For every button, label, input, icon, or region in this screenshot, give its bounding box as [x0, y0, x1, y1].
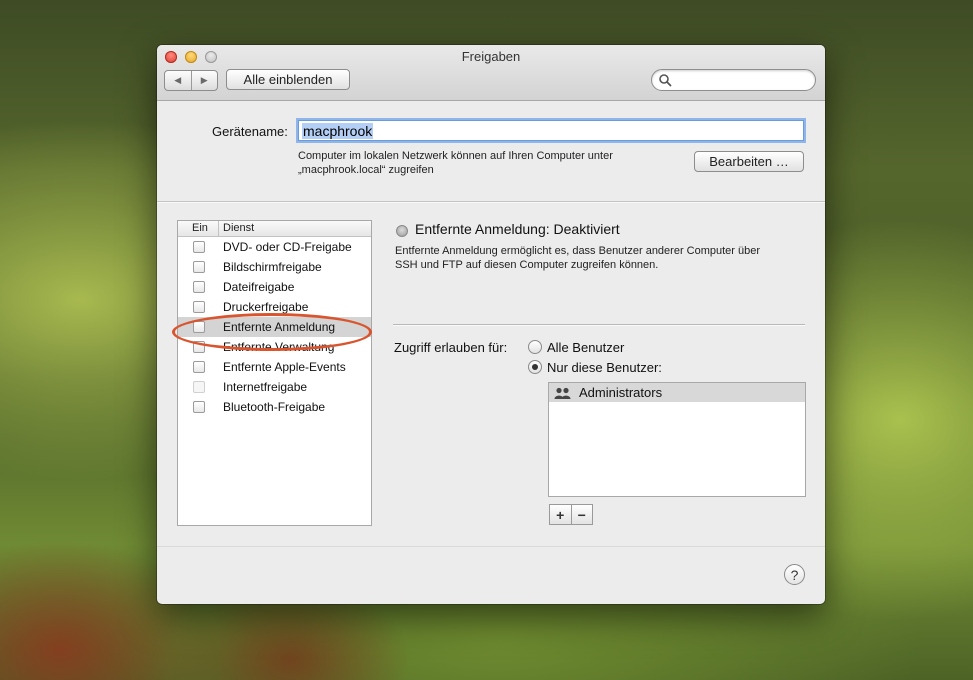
- window-title: Freigaben: [461, 49, 521, 64]
- user-name: Administrators: [579, 385, 663, 400]
- service-row-screen-sharing[interactable]: Bildschirmfreigabe: [178, 257, 371, 277]
- device-name-input[interactable]: macphrook: [298, 120, 804, 141]
- bottom-divider: [157, 546, 825, 547]
- help-button[interactable]: ?: [784, 564, 805, 585]
- service-desc-line1: Entfernte Anmeldung ermöglicht es, dass …: [395, 245, 761, 257]
- service-list[interactable]: Ein Dienst DVD- oder CD-Freigabe Bildsch…: [177, 220, 372, 526]
- service-row-remote-apple-events[interactable]: Entfernte Apple-Events: [178, 357, 371, 377]
- device-name-value: macphrook: [302, 123, 374, 139]
- access-label: Zugriff erlauben für:: [394, 340, 508, 355]
- service-label: Entfernte Verwaltung: [223, 340, 335, 354]
- service-row-file-sharing[interactable]: Dateifreigabe: [178, 277, 371, 297]
- service-checkbox[interactable]: [193, 281, 205, 293]
- device-name-label: Gerätename:: [212, 124, 288, 139]
- service-checkbox[interactable]: [193, 401, 205, 413]
- service-label: Bluetooth-Freigabe: [223, 400, 326, 414]
- service-label: Internetfreigabe: [223, 380, 308, 394]
- service-checkbox[interactable]: [193, 361, 205, 373]
- service-row-dvd[interactable]: DVD- oder CD-Freigabe: [178, 237, 371, 257]
- service-label: DVD- oder CD-Freigabe: [223, 240, 352, 254]
- device-name-description: Computer im lokalen Netzwerk können auf …: [298, 149, 613, 177]
- header-on[interactable]: Ein: [178, 221, 219, 236]
- service-checkbox[interactable]: [193, 301, 205, 313]
- service-status: Entfernte Anmeldung: Deaktiviert: [415, 221, 620, 237]
- radio-all-users-label[interactable]: Alle Benutzer: [547, 340, 624, 355]
- service-row-remote-login[interactable]: Entfernte Anmeldung: [178, 317, 371, 337]
- service-label: Entfernte Apple-Events: [223, 360, 346, 374]
- service-desc-line2: SSH und FTP auf diesen Computer zugreife…: [395, 259, 659, 271]
- forward-button[interactable]: ▶: [190, 71, 218, 90]
- title-bar: Freigaben ◀ ▶ Alle einblenden: [157, 45, 825, 101]
- add-remove-group: + −: [549, 504, 593, 525]
- edit-button[interactable]: Bearbeiten …: [694, 151, 804, 172]
- service-label: Dateifreigabe: [223, 280, 295, 294]
- service-row-internet-sharing[interactable]: Internetfreigabe: [178, 377, 371, 397]
- service-row-remote-management[interactable]: Entfernte Verwaltung: [178, 337, 371, 357]
- sharing-window: Freigaben ◀ ▶ Alle einblenden Gerätename…: [157, 45, 825, 604]
- service-checkbox: [193, 381, 205, 393]
- group-icon: [554, 387, 571, 399]
- service-checkbox[interactable]: [193, 241, 205, 253]
- radio-only-these-users[interactable]: [528, 360, 542, 374]
- service-checkbox[interactable]: [193, 321, 205, 333]
- device-desc-line1: Computer im lokalen Netzwerk können auf …: [298, 150, 613, 162]
- user-list-item[interactable]: Administrators: [549, 383, 805, 402]
- service-label: Bildschirmfreigabe: [223, 260, 322, 274]
- back-button[interactable]: ◀: [165, 71, 191, 90]
- back-arrow-icon: ◀: [174, 75, 182, 85]
- add-user-button[interactable]: +: [550, 505, 571, 524]
- service-label: Entfernte Anmeldung: [223, 320, 336, 334]
- service-row-bluetooth-sharing[interactable]: Bluetooth-Freigabe: [178, 397, 371, 417]
- service-row-printer-sharing[interactable]: Druckerfreigabe: [178, 297, 371, 317]
- header-service[interactable]: Dienst: [219, 221, 254, 236]
- show-all-button[interactable]: Alle einblenden: [226, 69, 350, 90]
- device-desc-line2: „macphrook.local“ zugreifen: [298, 164, 434, 176]
- radio-only-these-users-label[interactable]: Nur diese Benutzer:: [547, 360, 662, 375]
- divider: [157, 201, 825, 202]
- status-indicator-icon: [396, 225, 408, 237]
- remove-user-button[interactable]: −: [570, 505, 593, 524]
- back-forward-group: ◀ ▶: [164, 70, 218, 91]
- service-checkbox[interactable]: [193, 261, 205, 273]
- search-field[interactable]: [651, 69, 816, 91]
- detail-divider: [393, 324, 805, 325]
- allowed-users-list[interactable]: Administrators: [548, 382, 806, 497]
- service-description: Entfernte Anmeldung ermöglicht es, dass …: [395, 244, 805, 272]
- service-list-header: Ein Dienst: [178, 221, 371, 237]
- forward-arrow-icon: ▶: [200, 75, 208, 85]
- service-label: Druckerfreigabe: [223, 300, 309, 314]
- radio-all-users[interactable]: [528, 340, 542, 354]
- service-checkbox[interactable]: [193, 341, 205, 353]
- search-icon: [659, 74, 672, 87]
